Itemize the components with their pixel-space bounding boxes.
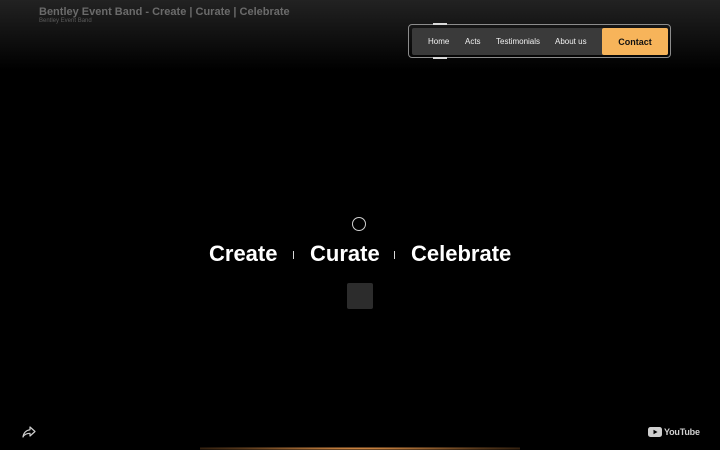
hero-word-celebrate: Celebrate: [411, 241, 512, 266]
nav-link-about-us[interactable]: About us: [555, 37, 587, 46]
headline-divider: [293, 251, 294, 259]
video-embed-page: Bentley Event Band - Create | Curate | C…: [0, 0, 720, 450]
youtube-logo-icon: [648, 427, 662, 437]
youtube-logo[interactable]: YouTube: [648, 426, 700, 438]
loading-spinner-icon: [352, 217, 366, 231]
nav-frame-marker-top: [433, 23, 447, 25]
hero-word-create: Create: [209, 241, 278, 266]
hero-headline: Create Curate Celebrate: [0, 241, 720, 271]
nav-link-home[interactable]: Home: [428, 37, 449, 46]
contact-button[interactable]: Contact: [602, 28, 668, 55]
headline-divider: [394, 251, 395, 259]
nav-link-testimonials[interactable]: Testimonials: [496, 37, 540, 46]
youtube-logo-text: YouTube: [664, 427, 700, 437]
nav-link-acts[interactable]: Acts: [465, 37, 481, 46]
nav-frame-marker-bottom: [433, 57, 447, 59]
share-icon[interactable]: [21, 425, 37, 439]
video-title[interactable]: Bentley Event Band - Create | Curate | C…: [39, 6, 290, 18]
play-button[interactable]: [347, 283, 373, 309]
video-channel-name[interactable]: Bentley Event Band: [39, 18, 92, 24]
navigation-bar: Home Acts Testimonials About us Contact: [412, 28, 668, 55]
hero-word-curate: Curate: [310, 241, 380, 266]
